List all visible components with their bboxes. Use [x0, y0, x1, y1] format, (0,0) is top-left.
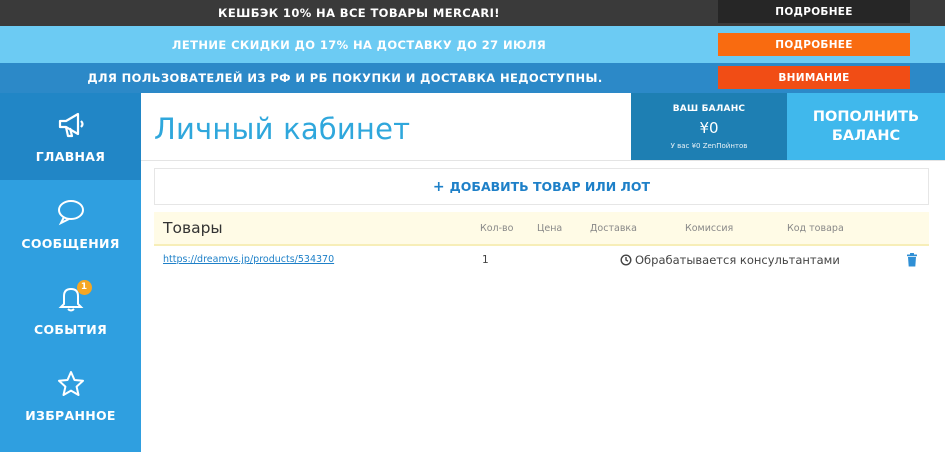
details-button[interactable]: ПОДРОБНЕЕ: [718, 33, 910, 56]
sidebar-item-events[interactable]: 1 СОБЫТИЯ: [0, 266, 141, 352]
trash-icon[interactable]: [906, 252, 918, 271]
status-text: Обрабатывается консультантами: [635, 253, 840, 267]
add-item-button[interactable]: + ДОБАВИТЬ ТОВАР ИЛИ ЛОТ: [154, 168, 929, 205]
sidebar-item-home[interactable]: ГЛАВНАЯ: [0, 93, 141, 180]
banner-text: КЕШБЭК 10% НА ВСЕ ТОВАРЫ MERCARI!: [218, 6, 500, 20]
banner-text: ЛЕТНИЕ СКИДКИ ДО 17% НА ДОСТАВКУ ДО 27 И…: [171, 37, 547, 52]
zen-points-text: У вас ¥0 ZenПойнтов: [670, 142, 748, 150]
plus-icon: +: [432, 178, 445, 195]
divider: [141, 160, 945, 161]
status-cell: Обрабатывается консультантами: [620, 253, 840, 267]
bell-icon: 1: [55, 279, 92, 314]
goods-table-header: Товары Кол-во Цена Доставка Комиссия Код…: [154, 212, 929, 246]
sidebar-item-favorites[interactable]: ИЗБРАННОЕ: [0, 352, 141, 438]
topup-label-line1: ПОПОЛНИТЬ: [812, 108, 920, 125]
promo-banner-cashback: КЕШБЭК 10% НА ВСЕ ТОВАРЫ MERCARI! ПОДРОБ…: [0, 0, 945, 26]
balance-panel: ВАШ БАЛАНС ¥0 У вас ¥0 ZenПойнтов: [631, 93, 787, 160]
goods-title: Товары: [163, 219, 223, 237]
banner-text: ДЛЯ ПОЛЬЗОВАТЕЛЕЙ ИЗ РФ И РБ ПОКУПКИ И Д…: [87, 71, 603, 85]
topup-balance-button[interactable]: ПОПОЛНИТЬ БАЛАНС: [787, 93, 945, 160]
column-commission: Комиссия: [685, 223, 734, 234]
sidebar-item-label: ИЗБРАННОЕ: [25, 407, 116, 423]
column-quantity: Кол-во: [480, 223, 514, 234]
sidebar-item-messages[interactable]: СООБЩЕНИЯ: [0, 180, 141, 266]
sidebar-item-label: ГЛАВНАЯ: [35, 149, 106, 164]
page-title: Личный кабинет: [154, 112, 411, 146]
table-row: https://dreamvs.jp/products/534370 1 Обр…: [154, 249, 929, 273]
sidebar: ГЛАВНАЯ СООБЩЕНИЯ 1 СОБЫТИЯ ИЗБРАННОЕ: [0, 93, 141, 452]
product-link[interactable]: https://dreamvs.jp/products/534370: [163, 254, 334, 265]
column-price: Цена: [537, 223, 563, 234]
balance-value: ¥0: [699, 119, 719, 137]
attention-button[interactable]: ВНИМАНИЕ: [718, 66, 910, 89]
column-delivery: Доставка: [590, 223, 637, 234]
topup-label-line2: БАЛАНС: [831, 127, 901, 144]
warning-banner: ДЛЯ ПОЛЬЗОВАТЕЛЕЙ ИЗ РФ И РБ ПОКУПКИ И Д…: [0, 63, 945, 93]
events-count-badge: 1: [76, 279, 92, 295]
balance-label: ВАШ БАЛАНС: [672, 104, 746, 114]
sidebar-item-label: СОБЫТИЯ: [34, 321, 107, 337]
megaphone-icon: [55, 109, 87, 141]
column-item-code: Код товара: [787, 223, 844, 234]
chat-bubble-icon: [55, 196, 87, 228]
quantity-cell: 1: [482, 254, 489, 266]
clock-icon: [620, 254, 632, 266]
details-button[interactable]: ПОДРОБНЕЕ: [718, 0, 910, 23]
promo-banner-shipping-discount: ЛЕТНИЕ СКИДКИ ДО 17% НА ДОСТАВКУ ДО 27 И…: [0, 26, 945, 63]
star-icon: [55, 368, 87, 400]
sidebar-item-label: СООБЩЕНИЯ: [21, 235, 120, 251]
add-item-label: ДОБАВИТЬ ТОВАР ИЛИ ЛОТ: [449, 179, 651, 194]
